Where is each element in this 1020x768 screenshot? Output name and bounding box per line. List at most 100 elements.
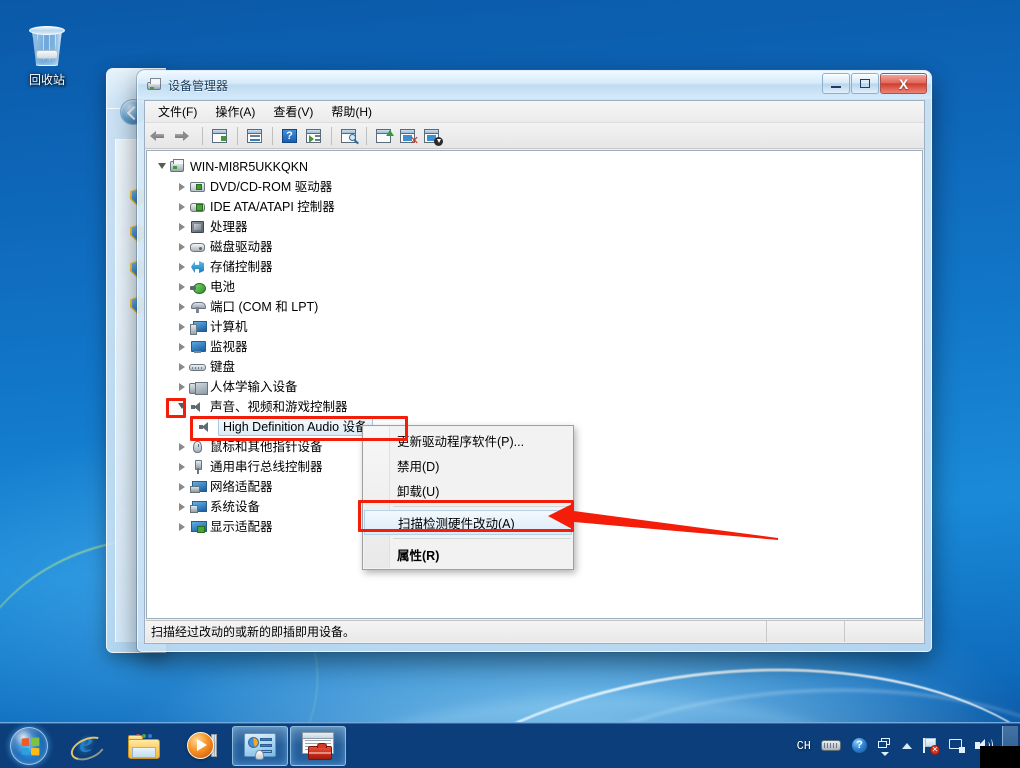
tree-node-dvd[interactable]: DVD/CD-ROM 驱动器 xyxy=(155,177,922,197)
statusbar-message: 扫描经过改动的或新的即插即用设备。 xyxy=(146,621,767,642)
dvd-drive-icon xyxy=(189,179,206,195)
expander-icon[interactable] xyxy=(175,517,189,537)
ctx-update-driver[interactable]: 更新驱动程序软件(P)... xyxy=(363,428,573,453)
expander-icon[interactable] xyxy=(175,317,189,337)
ctx-properties[interactable]: 属性(R) xyxy=(363,542,573,567)
expander-icon[interactable] xyxy=(175,217,189,237)
uninstall-device-button[interactable]: ✕ xyxy=(397,125,419,147)
window-controls: X xyxy=(822,73,927,94)
taskbar-internet-explorer[interactable] xyxy=(58,726,114,766)
expander-icon[interactable] xyxy=(175,497,189,517)
tree-node-label: 显示适配器 xyxy=(210,520,273,534)
ctx-scan-hardware-changes[interactable]: 扫描检测硬件改动(A) xyxy=(364,510,572,535)
control-panel-icon xyxy=(244,732,276,760)
window-titlebar[interactable]: 设备管理器 X xyxy=(138,71,931,100)
tree-node-audio-controllers[interactable]: 声音、视频和游戏控制器 xyxy=(155,397,922,417)
tree-node-monitor[interactable]: 监视器 xyxy=(155,337,922,357)
tray-help[interactable]: ? xyxy=(846,726,873,766)
menu-file[interactable]: 文件(F) xyxy=(149,100,206,123)
context-menu-separator xyxy=(393,538,571,539)
desktop-icon-recycle-bin[interactable]: 回收站 xyxy=(8,22,86,87)
scan-hardware-changes-button[interactable] xyxy=(338,125,360,147)
tree-node-hid[interactable]: 人体学输入设备 xyxy=(155,377,922,397)
toolbox-icon xyxy=(302,732,334,760)
tree-node-computer[interactable]: 计算机 xyxy=(155,317,922,337)
expander-icon[interactable] xyxy=(175,337,189,357)
tree-node-label: 系统设备 xyxy=(210,500,261,514)
expander-icon[interactable] xyxy=(175,297,189,317)
action-center-badge: ✕ xyxy=(930,745,940,755)
network-adapter-icon xyxy=(189,479,207,495)
tree-node-label: 键盘 xyxy=(210,360,236,374)
view-list-button[interactable] xyxy=(303,125,325,147)
menu-view[interactable]: 查看(V) xyxy=(264,100,322,123)
windows-start-orb-icon xyxy=(10,726,48,765)
device-manager-icon xyxy=(146,77,162,93)
tree-node-keyboard[interactable]: 键盘 xyxy=(155,357,922,377)
maximize-button[interactable] xyxy=(851,73,879,94)
window-title: 设备管理器 xyxy=(168,78,229,93)
properties-icon xyxy=(247,128,262,143)
toolbar-separator xyxy=(366,126,367,145)
taskbar[interactable]: CH ? ✕ xyxy=(0,722,1020,768)
tree-node-processor[interactable]: 处理器 xyxy=(155,217,922,237)
tray-ime-indicator[interactable]: CH xyxy=(792,726,816,766)
expander-root[interactable] xyxy=(155,157,169,177)
menu-help[interactable]: 帮助(H) xyxy=(322,100,381,123)
expander-icon[interactable] xyxy=(175,437,189,457)
taskbar-device-manager[interactable] xyxy=(290,725,346,766)
expander-icon[interactable] xyxy=(175,457,189,477)
tree-node-root[interactable]: WIN-MI8R5UKKQKN xyxy=(155,157,922,177)
tray-restore-windows[interactable] xyxy=(873,726,897,766)
menu-action[interactable]: 操作(A) xyxy=(206,100,264,123)
keyboard-icon xyxy=(821,740,841,751)
tree-node-battery[interactable]: 电池 xyxy=(155,277,922,297)
tree-node-ports[interactable]: 端口 (COM 和 LPT) xyxy=(155,297,922,317)
expander-icon[interactable] xyxy=(175,177,189,197)
taskbar-control-panel[interactable] xyxy=(232,725,288,766)
tree-node-disk[interactable]: 磁盘驱动器 xyxy=(155,237,922,257)
close-button[interactable]: X xyxy=(880,73,927,94)
tree-node-ide[interactable]: IDE ATA/ATAPI 控制器 xyxy=(155,197,922,217)
help-button[interactable]: ? xyxy=(279,125,301,147)
show-hide-console-tree-button[interactable] xyxy=(209,125,231,147)
tray-action-center[interactable]: ✕ xyxy=(917,726,944,766)
expander-icon[interactable] xyxy=(175,477,189,497)
properties-button[interactable] xyxy=(244,125,266,147)
storage-controller-icon xyxy=(189,259,206,275)
expander-icon[interactable] xyxy=(175,377,189,397)
display-adapter-icon xyxy=(189,519,207,535)
tree-node-label: WIN-MI8R5UKKQKN xyxy=(190,160,309,174)
network-icon xyxy=(949,738,965,753)
computer-root-icon xyxy=(169,159,186,175)
expander-icon[interactable] xyxy=(175,357,189,377)
tray-network[interactable] xyxy=(944,726,970,766)
expander-icon[interactable] xyxy=(175,197,189,217)
expander-icon-audio[interactable] xyxy=(175,397,189,417)
taskbar-media-player[interactable] xyxy=(174,726,230,766)
view-list-icon xyxy=(306,128,321,143)
tree-node-label: IDE ATA/ATAPI 控制器 xyxy=(210,200,335,214)
update-driver-button[interactable] xyxy=(373,125,395,147)
toolbar-separator xyxy=(272,126,273,145)
back-button[interactable] xyxy=(150,125,172,147)
ctx-disable[interactable]: 禁用(D) xyxy=(363,453,573,478)
context-menu-separator xyxy=(393,506,571,507)
restore-icon xyxy=(878,737,892,756)
desktop[interactable]: 回收站 设备管理器 X 文件(F) 操作(A) 查看(V) 帮助(H) ? ✕ … xyxy=(0,0,1020,768)
tree-node-storage[interactable]: 存储控制器 xyxy=(155,257,922,277)
expander-icon[interactable] xyxy=(175,277,189,297)
ctx-uninstall[interactable]: 卸载(U) xyxy=(363,478,573,503)
disable-device-button[interactable] xyxy=(421,125,443,147)
context-menu[interactable]: 更新驱动程序软件(P)... 禁用(D) 卸载(U) 扫描检测硬件改动(A) 属… xyxy=(362,425,574,570)
tray-keyboard[interactable] xyxy=(816,726,846,766)
expander-icon[interactable] xyxy=(175,257,189,277)
taskbar-windows-explorer[interactable] xyxy=(116,726,172,766)
tree-node-label: 鼠标和其他指针设备 xyxy=(210,440,323,454)
tray-show-hidden-icons[interactable] xyxy=(897,726,917,766)
forward-button[interactable] xyxy=(174,125,196,147)
expander-icon[interactable] xyxy=(175,237,189,257)
start-button[interactable] xyxy=(2,726,56,766)
minimize-button[interactable] xyxy=(822,73,850,94)
ime-label: CH xyxy=(796,738,811,753)
